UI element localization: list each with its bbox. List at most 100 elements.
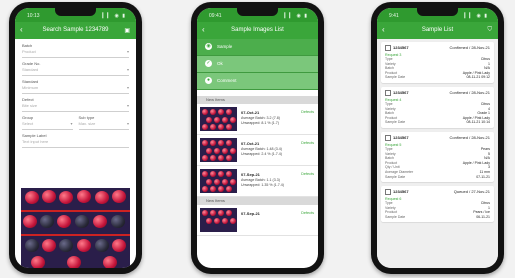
- card-row: Sample Date 08-11-21 10:14: [385, 120, 490, 125]
- panel-label: Comment: [217, 78, 237, 83]
- field-value: Standard: [22, 67, 39, 72]
- list-item[interactable]: 07-Oct-21 Average Batch: 1.48 (3.4) Unwr…: [197, 135, 318, 166]
- field-value: Select: [22, 121, 34, 126]
- item-line: Unwrapped: 8.1 % (1.7): [241, 121, 279, 125]
- sample-card[interactable]: 1234567 Confirmed / 28-Nov-21 Request 5 …: [381, 131, 494, 183]
- sample-icon: [385, 134, 391, 141]
- sample-icon: [385, 45, 391, 51]
- fruit: [112, 239, 126, 252]
- page-title: Sample List: [421, 27, 454, 33]
- sample-card[interactable]: 1234567 Confirmed / 28-Nov-21 Request 3 …: [381, 42, 494, 83]
- card-id: 1234567: [393, 189, 409, 195]
- sample-card[interactable]: 1234567 Queued / 27-Nov-21 Request 6 Typ…: [381, 186, 494, 223]
- fruit: [67, 256, 81, 268]
- list-item[interactable]: 07-Sep-21 Defects: [197, 205, 318, 236]
- section-header: New Items: [197, 96, 318, 104]
- card-status: Queued / 27-Nov-21: [453, 189, 490, 195]
- list-item[interactable]: 07-Oct-21 Average Batch: 3.2 (7.8) Unwra…: [197, 104, 318, 135]
- fruit: [95, 191, 109, 204]
- field-value: Product: [22, 49, 36, 54]
- section-header: New Items: [197, 197, 318, 205]
- screen-sample-list: 9:41 ▎▎ ◉ ▮ ‹ Sample List ⛉ 1234567 Conf…: [377, 8, 498, 268]
- fruit: [23, 215, 37, 228]
- batch-field[interactable]: Batch Product ▾: [22, 43, 129, 58]
- fruit: [42, 190, 56, 203]
- panel-label: Sample: [217, 44, 233, 49]
- app-screens-showcase: 10:13 ▎▎ ◉ ▮ ‹ Search Sample 1234789 ▣ B…: [0, 0, 515, 278]
- card-status: Confirmed / 28-Nov-21: [449, 134, 490, 140]
- filter-icon[interactable]: ⛉: [487, 27, 492, 34]
- status-time: 09:41: [209, 13, 222, 19]
- item-status: Defects: [301, 141, 314, 145]
- status-icons: ▎▎ ◉ ▮: [284, 13, 308, 19]
- panel-ok[interactable]: ✓ Ok: [197, 56, 318, 73]
- status-time: 9:41: [389, 13, 399, 19]
- field-label: Sample Label: [22, 133, 47, 138]
- item-date: 07-Oct-21: [241, 141, 260, 146]
- field-value: Minimum: [22, 85, 39, 90]
- app-bar: ‹ Sample Images List: [197, 22, 318, 39]
- sample-card[interactable]: 1234567 Confirmed / 28-Nov-21 Request 4 …: [381, 86, 494, 128]
- fruit: [93, 215, 107, 228]
- card-id: 1234567: [393, 45, 409, 51]
- item-line: Unwrapped: 1.35 % (1.7.4): [241, 183, 284, 187]
- panel-label: Ok: [217, 61, 223, 66]
- grade-field[interactable]: Grade No. Standard ▾: [22, 61, 129, 76]
- fruit: [77, 190, 91, 203]
- dropdown-icon: ▾: [126, 85, 129, 90]
- field-label: Standard: [22, 79, 39, 84]
- defect-field[interactable]: Defect Bite size ▾: [22, 97, 129, 112]
- field-label: Sub type: [78, 115, 95, 120]
- fruit: [95, 239, 109, 252]
- standard-field[interactable]: Standard Minimum ▾: [22, 79, 129, 94]
- tray-divider: [21, 234, 130, 236]
- fruit: [25, 191, 39, 204]
- sample-thumbnail: [200, 107, 237, 131]
- card-id: 1234567: [393, 135, 409, 140]
- field-label: Batch: [22, 43, 33, 48]
- item-line: Average Batch: 1.1 (3.3): [241, 178, 280, 182]
- fruit: [103, 256, 117, 268]
- dropdown-icon: ▾: [126, 121, 129, 126]
- card-header: 1234567 Confirmed / 28-Nov-21: [385, 134, 490, 141]
- fruit: [111, 215, 125, 228]
- fruit: [112, 190, 126, 203]
- item-date: 07-Sep-21: [241, 172, 260, 177]
- card-header: 1234567 Confirmed / 28-Nov-21: [385, 89, 490, 96]
- phone-sample-images-list: 09:41 ▎▎ ◉ ▮ ‹ Sample Images List ◉ Samp…: [191, 2, 324, 274]
- screen-search-sample: 10:13 ▎▎ ◉ ▮ ‹ Search Sample 1234789 ▣ B…: [15, 8, 136, 268]
- dropdown-icon: ▾: [126, 103, 129, 108]
- item-status: Defects: [301, 172, 314, 176]
- screen-sample-images-list: 09:41 ▎▎ ◉ ▮ ‹ Sample Images List ◉ Samp…: [197, 8, 318, 268]
- fruit: [25, 239, 39, 252]
- fruit-camera-image: [21, 188, 130, 268]
- fruit: [31, 256, 45, 268]
- list-item[interactable]: 07-Sep-21 Average Batch: 1.1 (3.3) Unwra…: [197, 166, 318, 197]
- status-time: 10:13: [27, 13, 40, 19]
- tray-divider: [21, 210, 130, 212]
- app-bar: ‹ Sample List ⛉: [377, 22, 498, 39]
- card-header: 1234567 Queued / 27-Nov-21: [385, 189, 490, 196]
- item-line: Average Batch: 3.2 (7.8): [241, 116, 280, 120]
- sample-thumbnail: [200, 208, 237, 232]
- field-label: Defect: [22, 97, 34, 102]
- subtype-field[interactable]: Sub type Max. size ▾: [78, 115, 129, 130]
- save-icon[interactable]: ▣: [124, 27, 130, 34]
- sample-icon: [385, 189, 391, 196]
- sample-label-field[interactable]: Sample Label Text input here: [22, 133, 129, 148]
- sample-thumbnail: [200, 138, 237, 162]
- panel-comment[interactable]: ● Comment: [197, 73, 318, 90]
- card-row: Sample Date 08-11-21 09:12: [385, 75, 490, 80]
- status-icons: ▎▎ ◉ ▮: [102, 13, 126, 19]
- card-status: Confirmed / 28-Nov-21: [449, 89, 490, 95]
- sample-thumbnail: [200, 169, 237, 193]
- sample-icon: ◉: [205, 43, 212, 50]
- dropdown-icon: ▾: [126, 49, 129, 54]
- status-icons: ▎▎ ◉ ▮: [464, 13, 488, 19]
- phone-search-sample: 10:13 ▎▎ ◉ ▮ ‹ Search Sample 1234789 ▣ B…: [9, 2, 142, 274]
- fruit: [40, 215, 54, 228]
- dropdown-icon: ▾: [126, 67, 129, 72]
- field-value: Max. size: [78, 121, 96, 126]
- panel-sample[interactable]: ◉ Sample: [197, 39, 318, 56]
- group-field[interactable]: Group Select ▾: [22, 115, 73, 130]
